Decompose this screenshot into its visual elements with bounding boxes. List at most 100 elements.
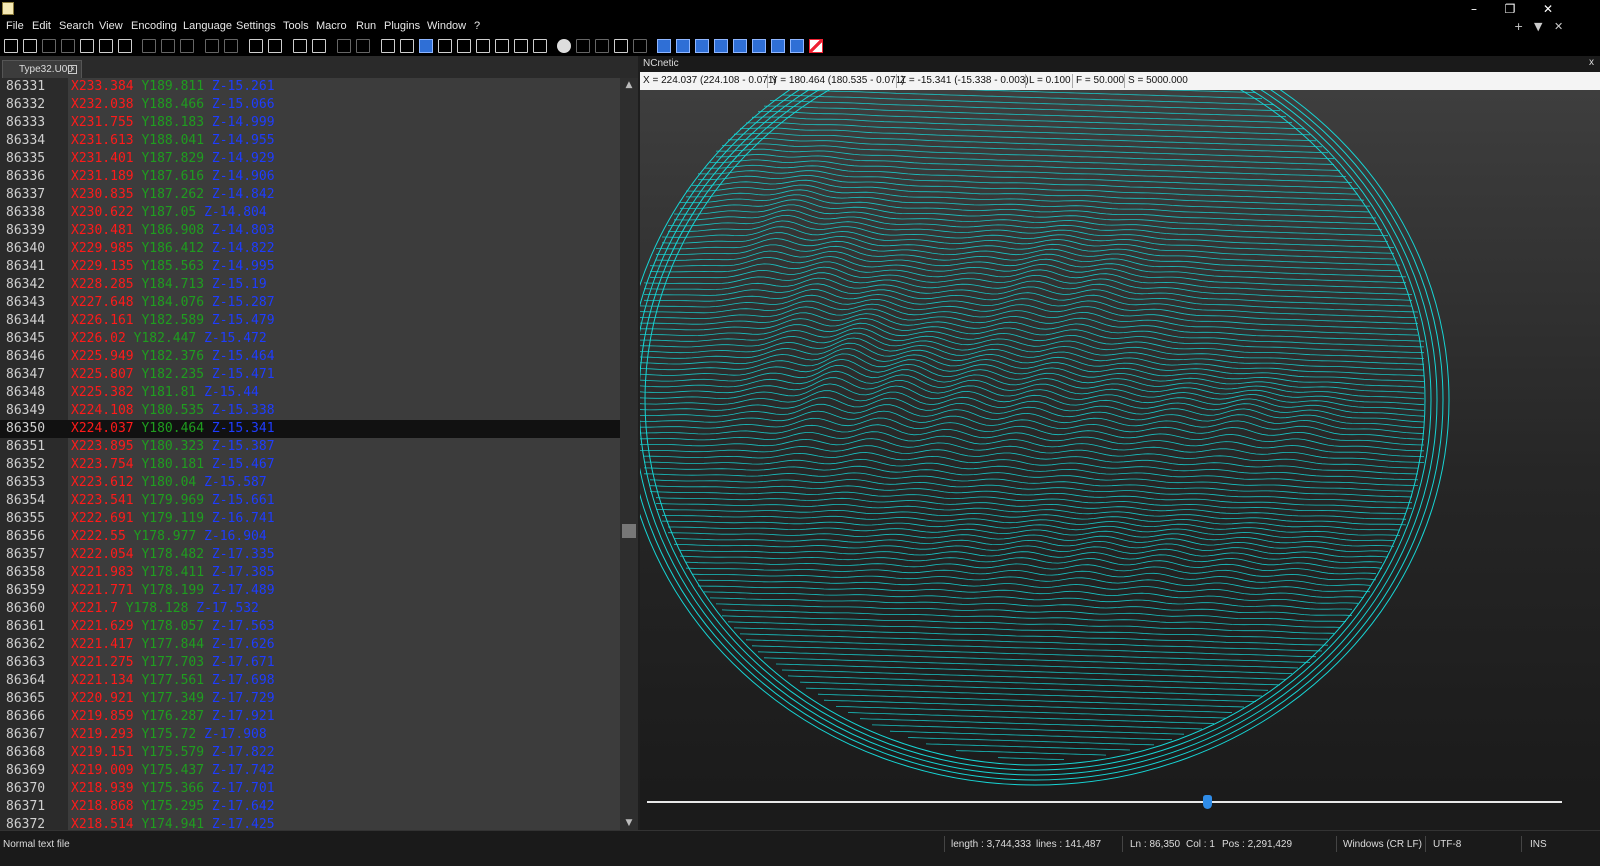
code-line[interactable]: 86354 X223.541 Y179.969 Z-15.661 [0,492,620,510]
code-line[interactable]: 86368 X219.151 Y175.579 Z-17.822 [0,744,620,762]
menu-macro[interactable]: Macro [316,20,347,32]
gcode-text[interactable]: X226.161 Y182.589 Z-15.479 [71,312,275,330]
playback-slider[interactable] [640,790,1600,830]
save-macro-icon[interactable] [633,39,647,53]
ncnetic-layout-icon[interactable] [695,39,709,53]
find-icon[interactable] [249,39,263,53]
code-line[interactable]: 86339 X230.481 Y186.908 Z-14.803 [0,222,620,240]
code-line[interactable]: 86350 X224.037 Y180.464 Z-15.341 [0,420,620,438]
gcode-text[interactable]: X221.629 Y178.057 Z-17.563 [71,618,275,636]
gcode-text[interactable]: X222.054 Y178.482 Z-17.335 [71,546,275,564]
zoom-out-icon[interactable] [312,39,326,53]
gcode-text[interactable]: X230.835 Y187.262 Z-14.842 [71,186,275,204]
restore-button[interactable]: ❐ [1492,0,1528,18]
code-line[interactable]: 86365 X220.921 Y177.349 Z-17.729 [0,690,620,708]
ncnetic-split-icon[interactable] [676,39,690,53]
close-file-icon[interactable] [80,39,94,53]
status-eol[interactable]: Windows (CR LF) [1343,839,1422,850]
stop-macro-icon[interactable] [576,39,590,53]
scroll-thumb[interactable] [622,524,636,538]
record-macro-icon[interactable] [557,39,571,53]
gcode-text[interactable]: X222.691 Y179.119 Z-16.741 [71,510,275,528]
close-doc-button[interactable]: ✕ [1554,20,1563,33]
code-line[interactable]: 86367 X219.293 Y175.72 Z-17.908 [0,726,620,744]
ncnetic-panel-icon[interactable] [790,39,804,53]
ncnetic-last-icon[interactable] [771,39,785,53]
toolpath-canvas[interactable] [640,90,1600,790]
gcode-text[interactable]: X231.755 Y188.183 Z-14.999 [71,114,275,132]
save-icon[interactable] [42,39,56,53]
code-line[interactable]: 86359 X221.771 Y178.199 Z-17.489 [0,582,620,600]
gcode-text[interactable]: X230.481 Y186.908 Z-14.803 [71,222,275,240]
ncnetic-up-icon[interactable] [733,39,747,53]
code-line[interactable]: 86337 X230.835 Y187.262 Z-14.842 [0,186,620,204]
menu-tools[interactable]: Tools [283,20,309,32]
close-button[interactable]: ✕ [1530,0,1566,18]
replace-icon[interactable] [268,39,282,53]
gcode-text[interactable]: X224.037 Y180.464 Z-15.341 [71,420,275,438]
menu-window[interactable]: Window [427,20,466,32]
menu-file[interactable]: File [6,20,24,32]
gcode-text[interactable]: X233.384 Y189.811 Z-15.261 [71,78,275,96]
code-line[interactable]: 86336 X231.189 Y187.616 Z-14.906 [0,168,620,186]
code-line[interactable]: 86340 X229.985 Y186.412 Z-14.822 [0,240,620,258]
code-line[interactable]: 86342 X228.285 Y184.713 Z-15.19 [0,276,620,294]
code-line[interactable]: 86349 X224.108 Y180.535 Z-15.338 [0,402,620,420]
gcode-text[interactable]: X221.7 Y178.128 Z-17.532 [71,600,259,618]
gcode-text[interactable]: X228.285 Y184.713 Z-15.19 [71,276,267,294]
gcode-text[interactable]: X223.612 Y180.04 Z-15.587 [71,474,267,492]
gcode-text[interactable]: X220.921 Y177.349 Z-17.729 [71,690,275,708]
print-icon[interactable] [118,39,132,53]
code-line[interactable]: 86348 X225.382 Y181.81 Z-15.44 [0,384,620,402]
gcode-text[interactable]: X224.108 Y180.535 Z-15.338 [71,402,275,420]
gcode-text[interactable]: X227.648 Y184.076 Z-15.287 [71,294,275,312]
vertical-scrollbar[interactable]: ▲ ▼ [620,78,638,830]
slider-thumb[interactable] [1202,795,1212,809]
paste-icon[interactable] [180,39,194,53]
gcode-text[interactable]: X225.807 Y182.235 Z-15.471 [71,366,275,384]
gcode-text[interactable]: X223.895 Y180.323 Z-15.387 [71,438,275,456]
code-line[interactable]: 86334 X231.613 Y188.041 Z-14.955 [0,132,620,150]
gcode-text[interactable]: X219.151 Y175.579 Z-17.822 [71,744,275,762]
zoom-in-icon[interactable] [293,39,307,53]
function-list-icon[interactable] [495,39,509,53]
gcode-text[interactable]: X218.868 Y175.295 Z-17.642 [71,798,275,816]
menu-search[interactable]: Search [59,20,94,32]
scroll-up-icon[interactable]: ▲ [624,80,634,90]
code-line[interactable]: 86360 X221.7 Y178.128 Z-17.532 [0,600,620,618]
word-wrap-icon[interactable] [381,39,395,53]
indent-guide-icon[interactable] [419,39,433,53]
gcode-text[interactable]: X221.275 Y177.703 Z-17.671 [71,654,275,672]
gcode-text[interactable]: X221.417 Y177.844 Z-17.626 [71,636,275,654]
gcode-text[interactable]: X219.859 Y176.287 Z-17.921 [71,708,275,726]
menu-encoding[interactable]: Encoding [131,20,177,32]
gcode-text[interactable]: X230.622 Y187.05 Z-14.804 [71,204,267,222]
close-all-icon[interactable] [99,39,113,53]
folder-workspace-icon[interactable] [514,39,528,53]
status-insert-mode[interactable]: INS [1530,839,1547,850]
tab-list-button[interactable]: ▼ [1534,20,1542,33]
code-line[interactable]: 86332 X232.038 Y188.466 Z-15.066 [0,96,620,114]
code-line[interactable]: 86333 X231.755 Y188.183 Z-14.999 [0,114,620,132]
new-tab-button[interactable]: + [1514,20,1523,33]
scroll-down-icon[interactable]: ▼ [624,818,634,828]
ncnetic-clear-icon[interactable] [809,39,823,53]
code-line[interactable]: 86361 X221.629 Y178.057 Z-17.563 [0,618,620,636]
code-line[interactable]: 86352 X223.754 Y180.181 Z-15.467 [0,456,620,474]
code-line[interactable]: 86356 X222.55 Y178.977 Z-16.904 [0,528,620,546]
gcode-text[interactable]: X222.55 Y178.977 Z-16.904 [71,528,267,546]
gcode-text[interactable]: X225.382 Y181.81 Z-15.44 [71,384,259,402]
code-line[interactable]: 86351 X223.895 Y180.323 Z-15.387 [0,438,620,456]
menu-settings[interactable]: Settings [236,20,276,32]
code-line[interactable]: 86338 X230.622 Y187.05 Z-14.804 [0,204,620,222]
code-line[interactable]: 86366 X219.859 Y176.287 Z-17.921 [0,708,620,726]
gcode-text[interactable]: X219.293 Y175.72 Z-17.908 [71,726,267,744]
menu-language[interactable]: Language [183,20,232,32]
code-line[interactable]: 86363 X221.275 Y177.703 Z-17.671 [0,654,620,672]
code-line[interactable]: 86369 X219.009 Y175.437 Z-17.742 [0,762,620,780]
run-macro-multiple-icon[interactable] [614,39,628,53]
gcode-text[interactable]: X221.983 Y178.411 Z-17.385 [71,564,275,582]
code-line[interactable]: 86372 X218.514 Y174.941 Z-17.425 [0,816,620,830]
code-line[interactable]: 86364 X221.134 Y177.561 Z-17.698 [0,672,620,690]
gcode-text[interactable]: X221.771 Y178.199 Z-17.489 [71,582,275,600]
